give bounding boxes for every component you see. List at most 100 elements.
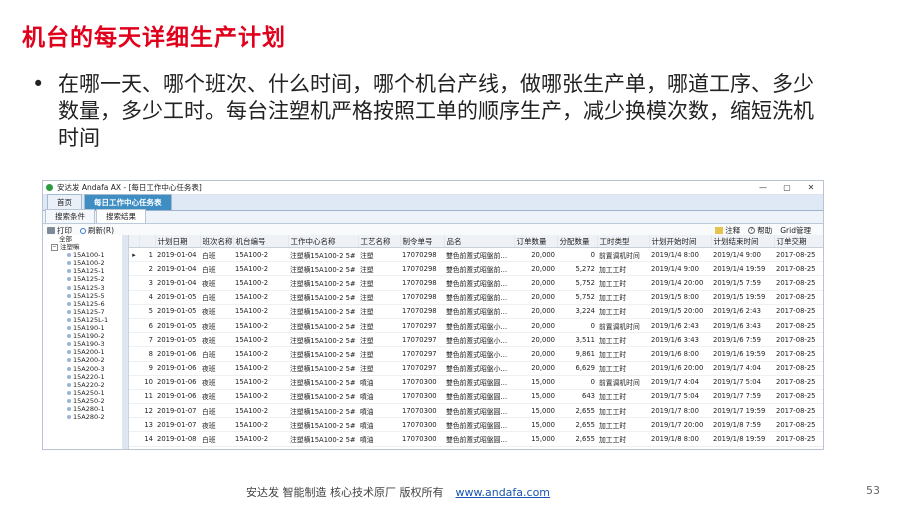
tree-leaf-item[interactable]: 15A200-1 bbox=[43, 348, 128, 356]
footer-link[interactable]: www.andafa.com bbox=[456, 486, 551, 499]
tree-leaf-item[interactable]: 15A100-2 bbox=[43, 259, 128, 267]
tree-leaf-item[interactable]: 15A220-2 bbox=[43, 381, 128, 389]
tree-leaf-item[interactable]: 15A220-1 bbox=[43, 373, 128, 381]
table-cell: 3,511 bbox=[557, 332, 597, 348]
tree-leaf-item[interactable]: 15A200-3 bbox=[43, 365, 128, 373]
table-cell: 2,655 bbox=[557, 446, 597, 449]
table-row[interactable]: 7 2019-01-05 夜班 15A100-2 注塑横15A100-2 5# 注塑 170… bbox=[129, 332, 823, 348]
table-row[interactable]: 14 2019-01-08 白班 15A100-2 注塑横15A100-2 5# 噴油 17… bbox=[129, 431, 823, 447]
tree-leaf-item[interactable]: 15A125-2 bbox=[43, 275, 128, 283]
tree-leaf-item[interactable]: 15A190-1 bbox=[43, 324, 128, 332]
table-row[interactable]: 5 2019-01-05 夜班 15A100-2 注塑横15A100-2 5# 注塑 170… bbox=[129, 304, 823, 319]
table-cell: 2019/1/6 3:43 bbox=[649, 332, 711, 348]
table-cell: 2019/1/7 19:59 bbox=[711, 403, 774, 419]
table-cell: 2017-08-25 bbox=[774, 275, 823, 291]
tree-leaf-item[interactable]: 15A190-2 bbox=[43, 332, 128, 340]
column-header[interactable]: 机台编号 bbox=[233, 235, 289, 248]
table-cell: 2019/1/8 19:59 bbox=[711, 431, 774, 447]
row-indicator bbox=[129, 261, 139, 277]
minimize-button[interactable]: — bbox=[751, 183, 775, 192]
table-cell: 噴油 bbox=[358, 446, 400, 449]
table-cell: 雙色前蓋式昭盤小… bbox=[444, 361, 514, 376]
column-header[interactable]: 工作中心名称 bbox=[288, 235, 359, 248]
table-row[interactable]: 8 2019-01-06 白班 15A100-2 注塑横15A100-2 5# 注塑 170… bbox=[129, 346, 823, 362]
table-cell: 2019/1/6 8:00 bbox=[649, 346, 711, 362]
column-header[interactable]: 品名 bbox=[444, 235, 515, 248]
tree-root-item[interactable]: 全部 bbox=[43, 235, 128, 243]
tree-group-item[interactable]: − 注塑嘛 bbox=[43, 243, 128, 251]
tree-scrollbar[interactable] bbox=[122, 235, 128, 449]
table-cell: 雙色前蓋式昭盤前… bbox=[444, 290, 514, 305]
tree-leaf-item[interactable]: 15A100-1 bbox=[43, 251, 128, 259]
column-header[interactable] bbox=[139, 235, 156, 248]
column-header[interactable] bbox=[129, 235, 140, 248]
column-header[interactable]: 计划开始时间 bbox=[649, 235, 712, 248]
tree-leaf-item[interactable]: 15A200-2 bbox=[43, 356, 128, 364]
table-cell: 加工工时 bbox=[597, 431, 649, 447]
table-cell: 2,655 bbox=[557, 403, 597, 419]
tree-leaf-item[interactable]: 15A190-3 bbox=[43, 340, 128, 348]
table-row[interactable]: 152019-01-08夜班15A100-2注塑横15A100-2 5#噴油17… bbox=[129, 446, 823, 449]
column-header[interactable]: 订单交期 bbox=[774, 235, 823, 248]
close-button[interactable]: ✕ bbox=[799, 183, 823, 192]
tab-daily-task-table[interactable]: 每日工作中心任务表 bbox=[84, 194, 172, 210]
tree-leaf-item[interactable]: 15A250-2 bbox=[43, 397, 128, 405]
table-cell: 17070300 bbox=[400, 431, 444, 447]
column-header[interactable]: 工艺名称 bbox=[358, 235, 401, 248]
collapse-icon[interactable]: − bbox=[51, 243, 58, 251]
table-cell: 注塑横15A100-2 5# bbox=[288, 389, 358, 405]
tree-leaf-item[interactable]: 15A125-6 bbox=[43, 300, 128, 308]
row-number: 15 bbox=[139, 446, 155, 449]
table-row[interactable]: ▸ 1 2019-01-04 白班 15A100-2 注塑横15A100-2 5# 注塑 17… bbox=[129, 247, 823, 263]
column-header[interactable]: 计划结束时间 bbox=[711, 235, 775, 248]
tree-leaf-item[interactable]: 15A250-1 bbox=[43, 389, 128, 397]
column-header[interactable]: 计划日期 bbox=[155, 235, 201, 248]
tree-leaf-item[interactable]: 15A125-5 bbox=[43, 292, 128, 300]
table-row[interactable]: 11 2019-01-06 夜班 15A100-2 注塑横15A100-2 5# 噴油 17… bbox=[129, 389, 823, 405]
table-row[interactable]: 4 2019-01-05 白班 15A100-2 注塑横15A100-2 5# 注塑 170… bbox=[129, 290, 823, 305]
table-row[interactable]: 2 2019-01-04 白班 15A100-2 注塑横15A100-2 5# 注塑 170… bbox=[129, 261, 823, 277]
table-cell: 加工工时 bbox=[597, 446, 649, 449]
column-header[interactable]: 制令单号 bbox=[400, 235, 445, 248]
table-cell: 643 bbox=[557, 389, 597, 405]
column-header[interactable]: 订单数量 bbox=[514, 235, 558, 248]
table-row[interactable]: 6 2019-01-05 夜班 15A100-2 注塑横15A100-2 5# 注塑 170… bbox=[129, 318, 823, 334]
table-row[interactable]: 12 2019-01-07 白班 15A100-2 注塑横15A100-2 5# 噴油 17… bbox=[129, 403, 823, 419]
table-cell: 2017-08-25 bbox=[774, 290, 823, 305]
subtab-search-criteria[interactable]: 搜索条件 bbox=[45, 209, 95, 223]
table-cell: 注塑横15A100-2 5# bbox=[288, 261, 358, 277]
column-header[interactable]: 工时类型 bbox=[597, 235, 650, 248]
table-row[interactable]: 10 2019-01-06 夜班 15A100-2 注塑横15A100-2 5# 噴油 17… bbox=[129, 375, 823, 390]
subtab-search-results[interactable]: 搜索结果 bbox=[96, 209, 146, 223]
tree-leaf-item[interactable]: 15A280-2 bbox=[43, 413, 128, 421]
table-cell: 2019/1/5 19:59 bbox=[711, 290, 774, 305]
table-cell: 夜班 bbox=[200, 304, 233, 319]
column-header[interactable]: 班次名称 bbox=[200, 235, 234, 248]
table-cell: 注塑横15A100-2 5# bbox=[288, 247, 358, 263]
table-cell: 雙色前蓋式昭盤前… bbox=[444, 275, 514, 291]
table-cell: 15,000 bbox=[514, 403, 557, 419]
tree-leaf-item[interactable]: 15A280-1 bbox=[43, 405, 128, 413]
tree-leaf-item[interactable]: 15A125-3 bbox=[43, 284, 128, 292]
table-cell: 15A100-2 bbox=[233, 446, 288, 449]
maximize-button[interactable]: ▢ bbox=[775, 183, 799, 192]
table-cell: 0 bbox=[557, 318, 597, 334]
table-row[interactable]: 3 2019-01-04 夜班 15A100-2 注塑横15A100-2 5# 注塑 170… bbox=[129, 275, 823, 291]
table-cell: 2019/1/4 20:00 bbox=[649, 275, 711, 291]
table-cell: 20,000 bbox=[514, 361, 557, 376]
table-cell: 2,655 bbox=[557, 431, 597, 447]
table-cell: 15A100-2 bbox=[233, 332, 288, 348]
tab-home[interactable]: 首页 bbox=[47, 194, 82, 210]
tree-leaf-item[interactable]: 15A125L-1 bbox=[43, 316, 128, 324]
table-cell: 15A100-2 bbox=[233, 247, 288, 263]
column-header[interactable]: 分配数量 bbox=[557, 235, 598, 248]
table-cell: 雙色前蓋式昭盤小… bbox=[444, 332, 514, 348]
row-number: 14 bbox=[139, 431, 155, 447]
table-row[interactable]: 9 2019-01-06 夜班 15A100-2 注塑横15A100-2 5# 注塑 170… bbox=[129, 361, 823, 376]
table-cell: 噴油 bbox=[358, 431, 400, 447]
tree-leaf-item[interactable]: 15A125-1 bbox=[43, 267, 128, 275]
tree-leaf-item[interactable]: 15A125-7 bbox=[43, 308, 128, 316]
bullet-text: 在哪一天、哪个班次、什么时间，哪个机台产线，做哪张生产单，哪道工序、多少数量，多… bbox=[58, 72, 814, 150]
table-row[interactable]: 13 2019-01-07 夜班 15A100-2 注塑横15A100-2 5# 噴油 17… bbox=[129, 417, 823, 433]
row-indicator bbox=[129, 318, 139, 334]
